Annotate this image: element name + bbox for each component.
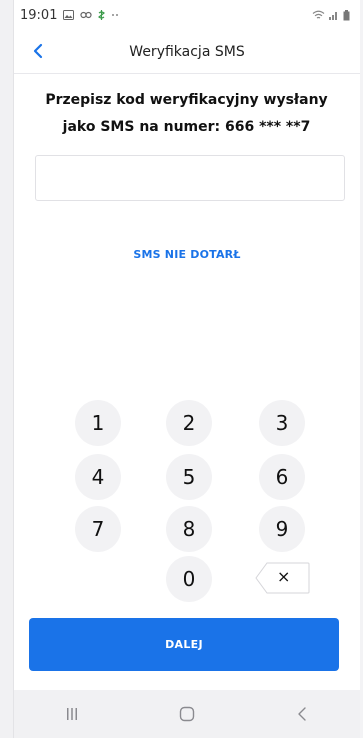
link-icon [80, 11, 93, 19]
backspace-button[interactable]: × [255, 562, 310, 594]
system-back-button[interactable] [277, 690, 327, 738]
wifi-icon [312, 10, 325, 19]
instruction-line-2: jako SMS na numer: 666 *** **7 [62, 119, 311, 135]
sms-code-input[interactable] [35, 155, 345, 201]
key-5[interactable]: 5 [166, 454, 212, 500]
status-left-icons [63, 10, 121, 20]
chevron-left-icon [33, 43, 43, 59]
back-icon [298, 707, 307, 721]
key-6[interactable]: 6 [259, 454, 305, 500]
key-0[interactable]: 0 [166, 556, 212, 602]
side-panel-edge [0, 0, 14, 738]
key-4[interactable]: 4 [75, 454, 121, 500]
app-header: Weryfikacja SMS [14, 30, 360, 74]
instruction-line-1: Przepisz kod weryfikacyjny wysłany [45, 92, 328, 108]
key-9[interactable]: 9 [259, 506, 305, 552]
recent-apps-button[interactable] [47, 690, 97, 738]
backspace-label: × [277, 567, 291, 586]
battery-icon [343, 9, 350, 20]
sms-not-received-link[interactable]: SMS NIE DOTARŁ [14, 248, 360, 261]
page-title: Weryfikacja SMS [129, 43, 245, 60]
next-button[interactable]: DALEJ [29, 618, 339, 671]
key-2[interactable]: 2 [166, 400, 212, 446]
home-icon [179, 706, 195, 722]
status-bar: 19:01 [14, 0, 360, 30]
key-8[interactable]: 8 [166, 506, 212, 552]
gallery-icon [63, 10, 75, 20]
more-dots-icon [112, 14, 119, 16]
status-right-icons [312, 9, 350, 21]
notification-icon [98, 10, 106, 20]
signal-icon [329, 12, 337, 20]
key-3[interactable]: 3 [259, 400, 305, 446]
status-time: 19:01 [20, 7, 58, 23]
recent-apps-icon [66, 708, 77, 720]
key-7[interactable]: 7 [75, 506, 121, 552]
instruction-text: Przepisz kod weryfikacyjny wysłany jako … [24, 87, 349, 141]
key-1[interactable]: 1 [75, 400, 121, 446]
system-nav-bar [14, 690, 360, 738]
home-button[interactable] [162, 690, 212, 738]
back-button[interactable] [24, 36, 52, 66]
